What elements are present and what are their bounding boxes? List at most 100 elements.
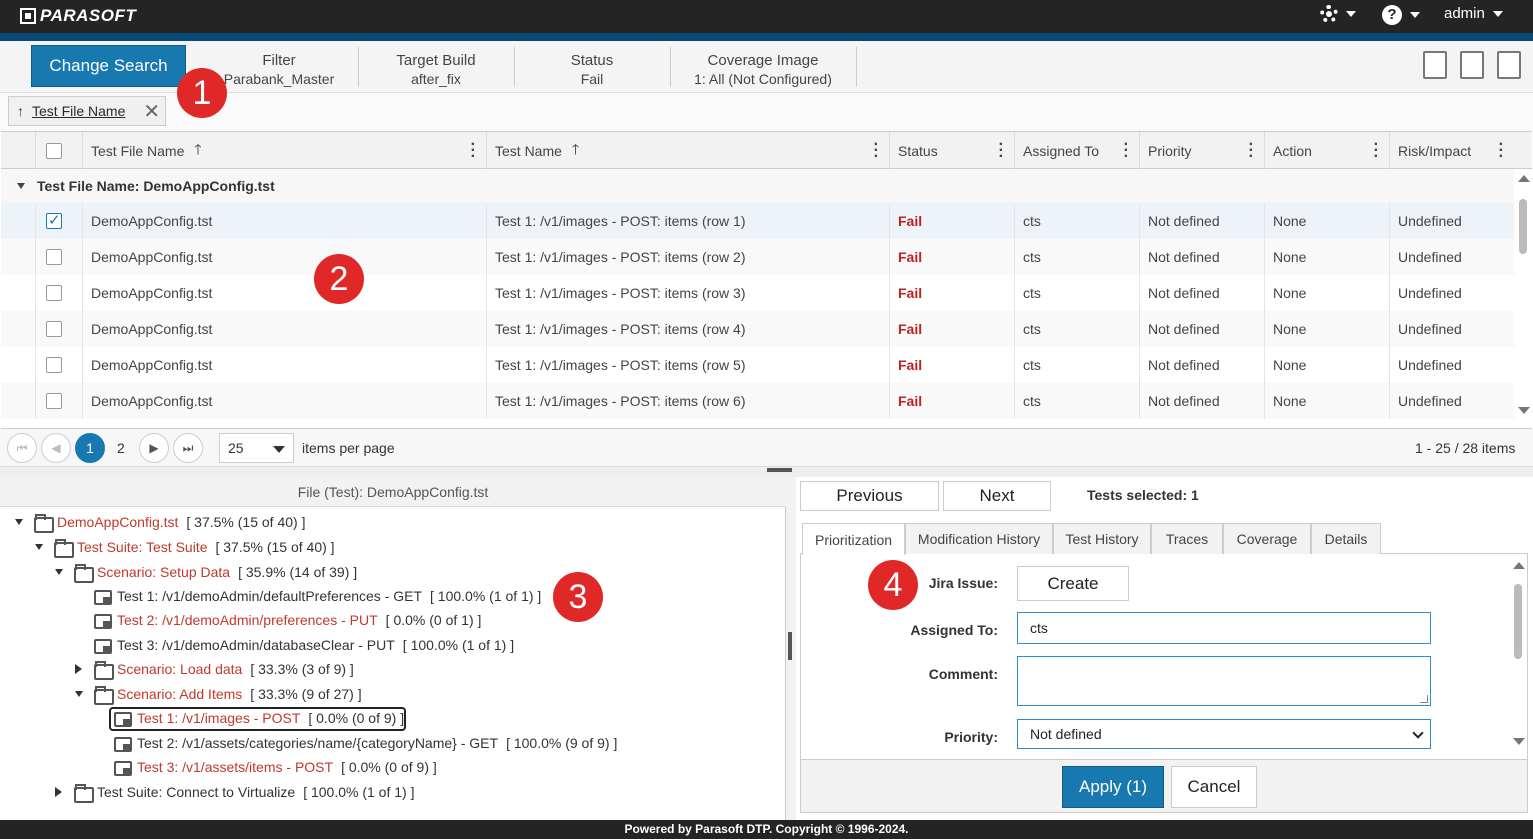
- row-select-cell[interactable]: [35, 203, 82, 239]
- tab-prioritization[interactable]: Prioritization: [802, 523, 905, 555]
- scroll-up-icon[interactable]: [1518, 175, 1530, 182]
- collapse-icon[interactable]: [35, 544, 43, 550]
- collapse-icon[interactable]: [75, 691, 83, 697]
- column-menu-icon[interactable]: · · ·: [1499, 137, 1504, 165]
- column-menu-icon[interactable]: · · ·: [999, 137, 1004, 165]
- tree-node[interactable]: Test Suite: Connect to Virtualize [ 100.0…: [73, 781, 414, 803]
- row-checkbox[interactable]: [46, 321, 62, 337]
- group-header-row[interactable]: Test File Name: DemoAppConfig.tst: [1, 169, 1514, 203]
- create-jira-button[interactable]: Create: [1017, 566, 1129, 601]
- row-checkbox[interactable]: [46, 249, 62, 265]
- first-page-button[interactable]: ⏮: [7, 433, 37, 463]
- group-by-label[interactable]: Test File Name: [32, 103, 125, 119]
- row-checkbox[interactable]: [46, 285, 62, 301]
- target-build-summary[interactable]: Target Build after_fix: [358, 51, 514, 89]
- column-test-file-name[interactable]: Test File Name 🡑 · · ·: [82, 132, 486, 169]
- scroll-thumb[interactable]: [1519, 199, 1527, 254]
- settings-menu[interactable]: [1320, 5, 1356, 23]
- previous-page-button[interactable]: ◀: [41, 433, 71, 463]
- tab-coverage[interactable]: Coverage: [1223, 523, 1311, 554]
- comment-textarea[interactable]: [1017, 656, 1431, 706]
- row-select-cell[interactable]: [35, 275, 82, 311]
- help-menu[interactable]: ?: [1382, 5, 1420, 25]
- tree-node[interactable]: Test 2: /v1/demoAdmin/preferences - PUT […: [93, 609, 481, 631]
- user-menu[interactable]: admin: [1444, 5, 1503, 22]
- layout-vertical-icon[interactable]: [1460, 51, 1484, 79]
- column-menu-icon[interactable]: · · ·: [1374, 137, 1379, 165]
- tree-node-label[interactable]: Test Suite: Test Suite: [77, 539, 207, 555]
- column-menu-icon[interactable]: · · ·: [1124, 137, 1129, 165]
- previous-button[interactable]: Previous: [800, 481, 939, 511]
- tree-node[interactable]: Test Suite: Test Suite [ 37.5% (15 of 40)…: [53, 536, 335, 558]
- column-menu-icon[interactable]: · · ·: [1249, 137, 1254, 165]
- tree-node[interactable]: DemoAppConfig.tst [ 37.5% (15 of 40) ]: [33, 511, 305, 533]
- collapse-icon[interactable]: [55, 569, 63, 575]
- table-row[interactable]: DemoAppConfig.tstTest 1: /v1/images - PO…: [1, 203, 1514, 239]
- scroll-down-icon[interactable]: [1518, 407, 1530, 414]
- row-select-cell[interactable]: [35, 311, 82, 347]
- group-by-chip[interactable]: ↑ Test File Name ✕: [8, 96, 166, 126]
- column-menu-icon[interactable]: · · ·: [471, 137, 476, 165]
- expand-icon[interactable]: [55, 787, 62, 797]
- tree-node-label[interactable]: Test Suite: Connect to Virtualize: [97, 784, 295, 800]
- expand-icon[interactable]: [75, 664, 82, 674]
- tree-node-label[interactable]: Scenario: Add Items: [117, 686, 242, 702]
- scroll-up-icon[interactable]: [1513, 562, 1525, 569]
- tree-node[interactable]: Test 3: /v1/assets/items - POST [ 0.0% (0…: [113, 756, 437, 778]
- next-page-button[interactable]: ▶: [139, 433, 169, 463]
- tree-node-label[interactable]: Scenario: Setup Data: [97, 564, 230, 580]
- page-1-button[interactable]: 1: [75, 433, 105, 463]
- table-scrollbar[interactable]: [1514, 169, 1532, 428]
- apply-button[interactable]: Apply (1): [1062, 766, 1164, 808]
- row-checkbox[interactable]: [46, 211, 62, 229]
- close-icon[interactable]: ✕: [143, 99, 160, 124]
- column-risk-impact[interactable]: Risk/Impact · · ·: [1389, 132, 1514, 169]
- parasoft-logo[interactable]: PARASOFT: [20, 6, 136, 26]
- table-row[interactable]: DemoAppConfig.tstTest 1: /v1/images - PO…: [1, 311, 1514, 347]
- priority-select[interactable]: Not defined: [1017, 719, 1431, 749]
- scroll-thumb[interactable]: [1514, 584, 1522, 659]
- last-page-button[interactable]: ⏭: [173, 433, 203, 463]
- scroll-down-icon[interactable]: [1513, 738, 1525, 745]
- status-summary[interactable]: Status Fail: [514, 51, 670, 89]
- column-status[interactable]: Status · · ·: [889, 132, 1014, 169]
- column-priority[interactable]: Priority · · ·: [1139, 132, 1264, 169]
- horizontal-splitter[interactable]: [0, 467, 1533, 477]
- tree-node[interactable]: Scenario: Load data [ 33.3% (3 of 9) ]: [93, 658, 354, 680]
- sort-up-icon[interactable]: ↑: [17, 103, 24, 119]
- tree-node-label[interactable]: Test 1: /v1/demoAdmin/defaultPreferences…: [117, 588, 422, 604]
- table-row[interactable]: DemoAppConfig.tstTest 1: /v1/images - PO…: [1, 347, 1514, 383]
- page-2-button[interactable]: 2: [117, 440, 125, 456]
- collapse-icon[interactable]: [15, 519, 23, 525]
- tree-node-label[interactable]: Test 3: /v1/demoAdmin/databaseClear - PU…: [117, 637, 395, 653]
- layout-columns-icon[interactable]: [1497, 51, 1521, 79]
- splitter-handle[interactable]: [767, 468, 792, 472]
- table-row[interactable]: DemoAppConfig.tstTest 1: /v1/images - PO…: [1, 275, 1514, 311]
- column-test-name[interactable]: Test Name 🡑 · · ·: [486, 132, 889, 169]
- next-button[interactable]: Next: [943, 481, 1051, 511]
- resize-handle-icon[interactable]: [1420, 695, 1428, 703]
- tree-node-label[interactable]: DemoAppConfig.tst: [57, 514, 178, 530]
- tree-node[interactable]: Test 2: /v1/assets/categories/name/{cate…: [113, 732, 617, 754]
- assigned-to-input[interactable]: cts: [1017, 612, 1431, 644]
- form-scrollbar[interactable]: [1509, 554, 1527, 759]
- row-checkbox[interactable]: [46, 393, 62, 409]
- column-action[interactable]: Action · · ·: [1264, 132, 1389, 169]
- tab-test-history[interactable]: Test History: [1053, 523, 1151, 554]
- tab-traces[interactable]: Traces: [1151, 523, 1223, 554]
- row-select-cell[interactable]: [35, 347, 82, 383]
- layout-horizontal-icon[interactable]: [1423, 51, 1447, 79]
- tree-node[interactable]: Scenario: Setup Data [ 35.9% (14 of 39) ]: [73, 561, 357, 583]
- splitter-handle[interactable]: [788, 632, 792, 660]
- collapse-icon[interactable]: [17, 183, 25, 189]
- tree-node-label[interactable]: Test 2: /v1/demoAdmin/preferences - PUT: [117, 612, 378, 628]
- tree-node-label[interactable]: Scenario: Load data: [117, 661, 242, 677]
- coverage-image-summary[interactable]: Coverage Image 1: All (Not Configured): [670, 51, 856, 89]
- items-per-page-select[interactable]: 25: [219, 433, 294, 463]
- column-assigned-to[interactable]: Assigned To · · ·: [1014, 132, 1139, 169]
- tree-node-label[interactable]: Test 3: /v1/assets/items - POST: [137, 759, 333, 775]
- table-row[interactable]: DemoAppConfig.tstTest 1: /v1/images - PO…: [1, 239, 1514, 275]
- tab-details[interactable]: Details: [1311, 523, 1381, 554]
- cancel-button[interactable]: Cancel: [1171, 766, 1257, 808]
- column-menu-icon[interactable]: · · ·: [874, 137, 879, 165]
